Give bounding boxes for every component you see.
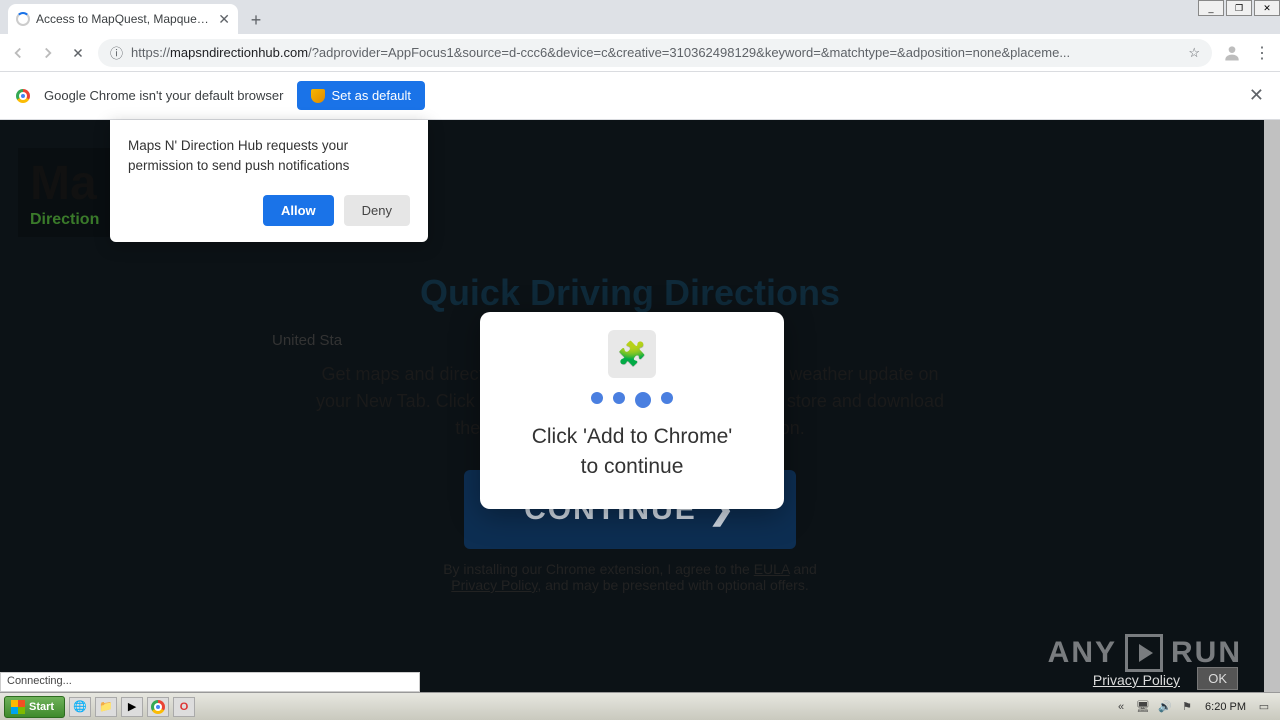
- tab-close-icon[interactable]: ✕: [218, 11, 230, 28]
- allow-button[interactable]: Allow: [263, 195, 334, 226]
- push-permission-popover: Maps N' Direction Hub requests your perm…: [110, 120, 428, 242]
- status-bar: Connecting...: [0, 672, 420, 692]
- logo-text: Ma: [30, 156, 99, 211]
- window-close[interactable]: ✕: [1254, 0, 1280, 16]
- system-tray: « 🖥 🔊 ⚑ 6:20 PM ▭: [1113, 699, 1276, 715]
- dot-icon: [661, 392, 673, 404]
- agree-mid: and: [790, 561, 817, 577]
- infobar-text: Google Chrome isn't your default browser: [44, 88, 283, 103]
- watermark-run: RUN: [1171, 636, 1242, 670]
- start-label: Start: [29, 701, 54, 713]
- default-browser-infobar: Google Chrome isn't your default browser…: [0, 72, 1280, 120]
- site-info-icon[interactable]: ⓘ: [110, 43, 123, 62]
- play-icon: [1125, 634, 1163, 672]
- url-text: https://mapsndirectionhub.com/?adprovide…: [131, 45, 1180, 60]
- tab-strip: Access to MapQuest, Mapquest Driv ✕ +: [0, 0, 1280, 34]
- deny-button[interactable]: Deny: [344, 195, 410, 226]
- set-default-label: Set as default: [331, 88, 411, 103]
- taskbar-opera-icon[interactable]: O: [173, 697, 195, 717]
- taskbar-explorer-icon[interactable]: 📁: [95, 697, 117, 717]
- vertical-scrollbar[interactable]: [1264, 120, 1280, 692]
- scrollbar-thumb[interactable]: [1264, 120, 1280, 692]
- agreement-text: By installing our Chrome extension, I ag…: [312, 561, 948, 593]
- privacy-link[interactable]: Privacy Policy: [451, 577, 537, 593]
- start-button[interactable]: Start: [4, 696, 65, 718]
- set-as-default-button[interactable]: Set as default: [297, 81, 425, 110]
- dot-icon: [635, 392, 651, 408]
- tray-volume-icon[interactable]: 🔊: [1157, 699, 1173, 715]
- tab-title: Access to MapQuest, Mapquest Driv: [36, 12, 212, 26]
- tray-flag-icon[interactable]: ⚑: [1179, 699, 1195, 715]
- dot-icon: [591, 392, 603, 404]
- address-bar[interactable]: ⓘ https://mapsndirectionhub.com/?adprovi…: [98, 39, 1212, 67]
- minimize-glyph: _: [1208, 3, 1213, 13]
- progress-dots: [502, 392, 762, 408]
- footer-privacy-link[interactable]: Privacy Policy: [1093, 672, 1180, 688]
- modal-line2: to continue: [502, 452, 762, 482]
- tray-show-desktop[interactable]: ▭: [1256, 699, 1272, 715]
- back-button[interactable]: [8, 43, 28, 63]
- eula-link[interactable]: EULA: [754, 561, 790, 577]
- agree-pre: By installing our Chrome extension, I ag…: [443, 561, 754, 577]
- modal-message: Click 'Add to Chrome' to continue: [502, 422, 762, 483]
- tray-clock[interactable]: 6:20 PM: [1201, 701, 1250, 713]
- push-message: Maps N' Direction Hub requests your perm…: [128, 136, 410, 175]
- taskbar-chrome-icon[interactable]: [147, 697, 169, 717]
- taskbar-media-icon[interactable]: ▶: [121, 697, 143, 717]
- status-text: Connecting...: [7, 675, 72, 687]
- window-maximize[interactable]: ❐: [1226, 0, 1252, 16]
- agree-post: , and may be presented with optional off…: [537, 577, 808, 593]
- windows-logo-icon: [11, 700, 25, 714]
- close-glyph: ✕: [1263, 3, 1271, 14]
- loading-spinner-icon: [16, 12, 30, 26]
- url-host: mapsndirectionhub.com: [170, 45, 308, 60]
- page-heading: Quick Driving Directions: [312, 272, 948, 314]
- chrome-menu-button[interactable]: ⋮: [1252, 43, 1272, 63]
- watermark-any: ANY: [1048, 636, 1117, 670]
- tray-expand-icon[interactable]: «: [1113, 699, 1129, 715]
- dot-icon: [613, 392, 625, 404]
- logo-subtext: Direction: [30, 211, 99, 229]
- forward-button[interactable]: [38, 43, 58, 63]
- new-tab-button[interactable]: +: [242, 6, 270, 34]
- windows-taskbar: Start 🌐 📁 ▶ O « 🖥 🔊 ⚑ 6:20 PM ▭: [0, 692, 1280, 720]
- profile-avatar[interactable]: [1222, 43, 1242, 63]
- footer-privacy: Privacy Policy: [1093, 672, 1180, 688]
- infobar-close-icon[interactable]: ✕: [1249, 85, 1264, 106]
- extension-icon: 🧩: [608, 330, 656, 378]
- maximize-glyph: ❐: [1235, 3, 1243, 14]
- browser-toolbar: ⓘ https://mapsndirectionhub.com/?adprovi…: [0, 34, 1280, 72]
- shield-icon: [311, 89, 325, 103]
- stop-reload-button[interactable]: [68, 43, 88, 63]
- modal-line1: Click 'Add to Chrome': [502, 422, 762, 452]
- browser-tab[interactable]: Access to MapQuest, Mapquest Driv ✕: [8, 4, 238, 34]
- anyrun-watermark: ANY RUN: [1048, 634, 1242, 672]
- site-logo: Ma Direction: [18, 148, 111, 237]
- tray-network-icon[interactable]: 🖥: [1135, 699, 1151, 715]
- url-scheme: https://: [131, 45, 170, 60]
- url-path: /?adprovider=AppFocus1&source=d-ccc6&dev…: [308, 45, 1070, 60]
- bookmark-star-icon[interactable]: ☆: [1188, 45, 1200, 61]
- taskbar-ie-icon[interactable]: 🌐: [69, 697, 91, 717]
- chrome-logo-icon: [16, 89, 30, 103]
- window-minimize[interactable]: _: [1198, 0, 1224, 16]
- add-to-chrome-modal: 🧩 Click 'Add to Chrome' to continue: [480, 312, 784, 509]
